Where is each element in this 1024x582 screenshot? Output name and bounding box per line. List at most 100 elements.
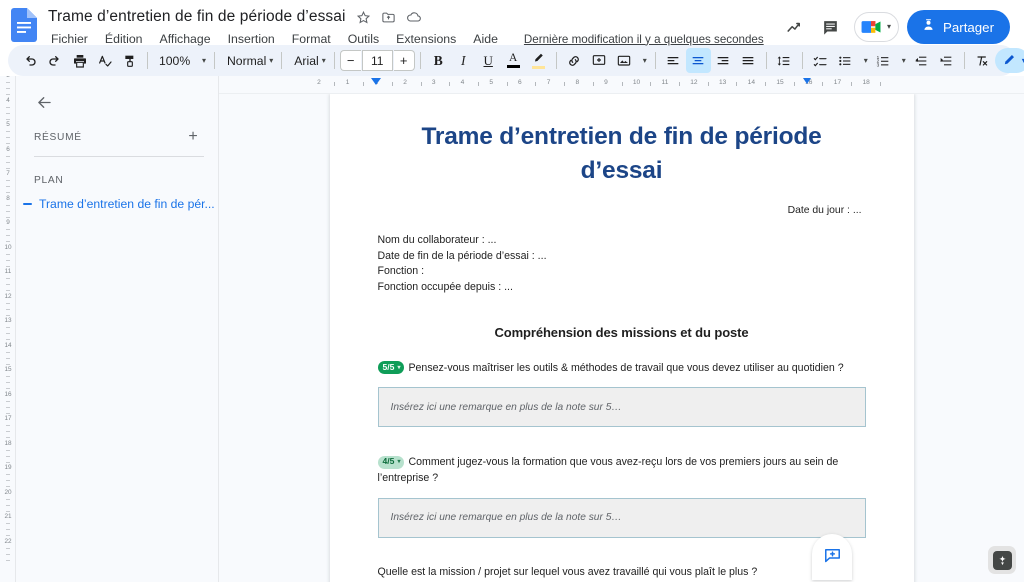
answer-input-box[interactable]: Insérez ici une remarque en plus de la n… [377, 497, 866, 538]
vertical-ruler[interactable]: 3 4 5 6 7 8 9 10 11 12 13 14 15 16 17 18 19 20 21 22 [0, 76, 16, 582]
score-badge[interactable]: 5/5 ▾ [377, 361, 405, 375]
gemini-assistant-button[interactable] [988, 546, 1016, 574]
edit-mode-button[interactable]: ▾ [994, 48, 1024, 73]
increase-indent-icon[interactable] [934, 48, 959, 73]
ruler-tick-mark [6, 327, 10, 329]
ruler-tick-label: 9 [6, 219, 10, 226]
info-line-fonction-depuis: Fonction occupée depuis : ... [377, 281, 513, 294]
numbered-list-dropdown[interactable]: ▾ [896, 48, 909, 73]
vertical-scrollbar[interactable] [1016, 94, 1024, 582]
menu-aide[interactable]: Aide [470, 29, 501, 49]
comment-history-icon[interactable] [814, 10, 848, 44]
answer-placeholder: Insérez ici une remarque en plus de la n… [390, 512, 622, 524]
ruler-tick-label: 11 [4, 268, 12, 275]
bold-button[interactable]: B [426, 48, 451, 73]
insert-image-icon[interactable] [612, 48, 637, 73]
checklist-icon[interactable] [808, 48, 833, 73]
align-center-icon[interactable] [685, 48, 711, 73]
google-docs-logo-icon[interactable] [10, 7, 38, 43]
paragraph-style-select[interactable]: Normal ▾ [220, 49, 276, 73]
menu-edition[interactable]: Édition [102, 29, 146, 49]
numbered-list-icon[interactable]: 1 2 3 [871, 48, 896, 73]
print-icon[interactable] [67, 48, 92, 73]
font-size-stepper: − 11 + [339, 50, 415, 71]
gemini-spark-icon [992, 550, 1012, 570]
menu-outils[interactable]: Outils [345, 29, 382, 49]
italic-button[interactable]: I [451, 48, 476, 73]
ruler-tick-mark [6, 523, 10, 525]
sidebar-item-outline-entry[interactable]: Trame d’entretien de fin de pér... [23, 193, 215, 215]
plus-icon[interactable]: + [182, 126, 204, 148]
text-color-button[interactable]: A [501, 48, 526, 73]
menu-extensions[interactable]: Extensions [393, 29, 459, 49]
ruler-tick-mark [6, 180, 10, 182]
answer-input-box[interactable]: Insérez ici une remarque en plus de la n… [377, 387, 866, 428]
undo-icon[interactable] [17, 48, 42, 73]
align-left-icon[interactable] [661, 48, 686, 73]
highlight-pen-icon[interactable] [526, 48, 551, 73]
font-size-input[interactable]: 11 [361, 50, 393, 71]
underline-button[interactable]: U [476, 48, 501, 73]
ruler-tick-mark [6, 112, 10, 114]
ruler-tick-label: 6 [6, 145, 10, 153]
decrease-indent-icon[interactable] [909, 48, 934, 73]
ruler-tick-mark [6, 235, 10, 237]
chevron-down-icon: ▾ [201, 55, 206, 65]
align-right-icon[interactable] [711, 48, 736, 73]
ruler-tick-label: 3 [431, 79, 436, 86]
score-badge[interactable]: 4/5 ▾ [377, 455, 405, 469]
redo-icon[interactable] [42, 48, 67, 73]
summary-label: RÉSUMÉ [34, 131, 82, 143]
google-meet-button[interactable]: ▾ [853, 12, 899, 42]
ruler-tick-label: 14 [4, 341, 12, 349]
document-page[interactable]: Trame d’entretien de fin de période d’es… [329, 94, 914, 582]
page-scroll-container[interactable]: Trame d’entretien de fin de période d’es… [219, 94, 1024, 582]
ruler-tick-mark [6, 210, 10, 212]
question-block: 4/5 ▾ Comment jugez-vous la formation qu… [377, 455, 866, 538]
font-family-select[interactable]: Arial ▾ [287, 49, 328, 73]
paint-format-icon[interactable] [117, 48, 142, 73]
menu-fichier[interactable]: Fichier [48, 29, 91, 49]
zoom-value: 100% [159, 53, 191, 68]
star-icon[interactable] [355, 8, 373, 26]
toolbar-divider [654, 52, 656, 69]
ruler-tick-mark [6, 155, 10, 157]
menu-format[interactable]: Format [289, 29, 334, 49]
document-title[interactable]: Trame d’entretien de fin de période d’es… [46, 7, 348, 27]
chevron-down-icon: ▾ [901, 55, 906, 65]
font-size-decrease-button[interactable]: − [339, 50, 361, 71]
clear-formatting-icon[interactable] [970, 48, 995, 73]
back-arrow-icon[interactable] [30, 88, 58, 116]
move-to-folder-icon[interactable] [380, 8, 398, 26]
insert-image-dropdown[interactable]: ▾ [637, 48, 650, 73]
activity-chart-icon[interactable] [778, 10, 812, 44]
add-comment-icon[interactable] [587, 48, 612, 73]
right-indent-marker[interactable] [803, 78, 812, 84]
menu-affichage[interactable]: Affichage [157, 29, 214, 49]
zoom-select[interactable]: 100% ▾ [153, 49, 209, 73]
font-size-increase-button[interactable]: + [393, 50, 415, 71]
insert-link-icon[interactable] [562, 48, 587, 73]
toolbar-wrapper: 100% ▾ Normal ▾ Arial ▾ − 11 + B I U A ▾… [0, 45, 1024, 76]
share-button[interactable]: Partager [907, 10, 1010, 44]
left-indent-marker[interactable] [370, 78, 381, 85]
menu-insertion[interactable]: Insertion [225, 29, 278, 49]
chevron-down-icon: ▾ [397, 364, 401, 371]
line-spacing-icon[interactable] [772, 48, 797, 73]
bulleted-list-dropdown[interactable]: ▾ [858, 48, 871, 73]
toolbar-divider [765, 52, 767, 69]
add-comment-fab-icon[interactable] [812, 534, 852, 580]
last-modification-link[interactable]: Dernière modification il y a quelques se… [524, 33, 764, 46]
font-family-value: Arial [294, 53, 319, 68]
ruler-tick-label: 20 [4, 488, 12, 496]
ruler-tick-mark [822, 82, 824, 86]
ruler-tick-mark [6, 118, 10, 120]
cloud-saved-icon[interactable] [405, 8, 423, 26]
align-justify-icon[interactable] [736, 48, 761, 73]
ruler-tick-mark [334, 82, 336, 86]
toolbar-divider [963, 52, 965, 69]
horizontal-ruler[interactable]: 2 1 1 2 3 4 5 6 7 8 9 10 11 12 13 14 15 16 17 18 [219, 76, 1024, 94]
toolbar-divider [214, 52, 215, 69]
spellcheck-icon[interactable] [92, 48, 117, 73]
bulleted-list-icon[interactable] [833, 48, 858, 73]
